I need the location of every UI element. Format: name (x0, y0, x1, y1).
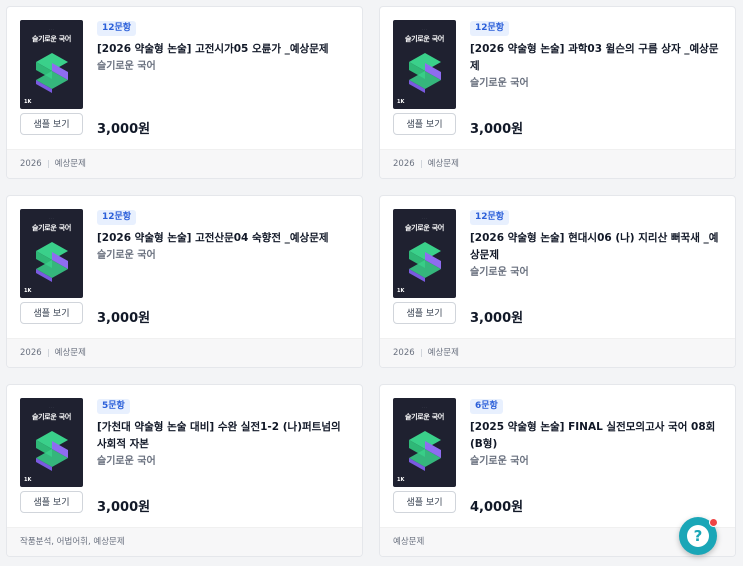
cover-title: 슬기로운 국어 (405, 224, 444, 232)
product-card[interactable]: · · · 슬기로운 국어 1K 샘플 보기 12문항 [2026 약술형 논술… (379, 195, 736, 368)
author-name: 슬기로운 국어 (470, 78, 529, 89)
question-count-badge: 12문항 (97, 21, 137, 36)
product-card[interactable]: · · · 슬기로운 국어 1K 샘플 보기 12문항 [2026 약술형 논술… (379, 6, 736, 179)
tag: 예상문제 (54, 159, 86, 169)
publisher-mark: 1K (24, 477, 32, 483)
product-title-text[interactable]: [2026 약술형 논술] 고전시가05 오륜가 _예상문제 (97, 41, 352, 58)
price: 3,000원 (470, 311, 524, 326)
question-count-badge: 6문항 (470, 399, 503, 414)
tag-list: 작품분석, 어법어휘, 예상문제 (7, 527, 362, 556)
tag: 2026 (393, 159, 415, 169)
product-title-text[interactable]: [2025 약술형 논술] FINAL 실전모의고사 국어 08회 (B형) (470, 419, 725, 453)
cover-subtitle: · · · (422, 405, 427, 409)
publisher-mark: 1K (397, 99, 405, 105)
product-title[interactable]: [2026 약술형 논술] 고전산문04 숙향전 _예상문제 슬기로운 국어 (97, 230, 352, 264)
cover-subtitle: · · · (49, 405, 54, 409)
book-cover[interactable]: · · · 슬기로운 국어 1K (393, 209, 456, 298)
cover-title: 슬기로운 국어 (32, 35, 71, 43)
product-title-text[interactable]: [2026 약술형 논술] 과학03 윌슨의 구름 상자 _예상문제 (470, 41, 725, 75)
question-count-badge: 12문항 (470, 210, 510, 225)
author-name: 슬기로운 국어 (97, 456, 156, 467)
cover-subtitle: · · · (49, 27, 54, 31)
sample-view-button[interactable]: 샘플 보기 (20, 491, 83, 513)
sample-view-button[interactable]: 샘플 보기 (393, 302, 456, 324)
tag: 2026 (20, 159, 42, 169)
cover-title: 슬기로운 국어 (405, 35, 444, 43)
price: 4,000원 (470, 500, 524, 515)
price: 3,000원 (97, 311, 151, 326)
question-count-badge: 12문항 (97, 210, 137, 225)
publisher-mark: 1K (24, 99, 32, 105)
cover-title: 슬기로운 국어 (32, 413, 71, 421)
book-cover[interactable]: · · · 슬기로운 국어 1K (20, 398, 83, 487)
book-cover[interactable]: · · · 슬기로운 국어 1K (20, 20, 83, 109)
sample-view-button[interactable]: 샘플 보기 (20, 302, 83, 324)
tag-separator (420, 348, 422, 357)
product-card[interactable]: · · · 슬기로운 국어 1K 샘플 보기 5문항 [가천대 약술형 논술 대… (6, 384, 363, 557)
price: 3,000원 (97, 122, 151, 137)
publisher-mark: 1K (24, 288, 32, 294)
brand-logo-icon (36, 431, 68, 471)
product-card[interactable]: · · · 슬기로운 국어 1K 샘플 보기 12문항 [2026 약술형 논술… (6, 6, 363, 179)
tag: 2026 (20, 348, 42, 358)
tag-list: 2026 예상문제 (7, 338, 362, 367)
cover-title: 슬기로운 국어 (405, 413, 444, 421)
cover-subtitle: · · · (422, 216, 427, 220)
help-icon: ? (687, 525, 709, 547)
brand-logo-icon (409, 431, 441, 471)
tag-separator (420, 159, 422, 168)
question-count-badge: 5문항 (97, 399, 130, 414)
brand-logo-icon (409, 242, 441, 282)
product-title[interactable]: [2025 약술형 논술] FINAL 실전모의고사 국어 08회 (B형) 슬… (470, 419, 725, 470)
publisher-mark: 1K (397, 288, 405, 294)
cover-subtitle: · · · (49, 216, 54, 220)
sample-view-button[interactable]: 샘플 보기 (393, 491, 456, 513)
product-title[interactable]: [2026 약술형 논술] 고전시가05 오륜가 _예상문제 슬기로운 국어 (97, 41, 352, 75)
product-title[interactable]: [가천대 약술형 논술 대비] 수완 실전1-2 (나)퍼트넘의 사회적 자본 … (97, 419, 352, 470)
book-cover[interactable]: · · · 슬기로운 국어 1K (20, 209, 83, 298)
product-title-text[interactable]: [가천대 약술형 논술 대비] 수완 실전1-2 (나)퍼트넘의 사회적 자본 (97, 419, 352, 453)
cover-title: 슬기로운 국어 (32, 224, 71, 232)
tag: 예상문제 (54, 348, 86, 358)
tag: 작품분석, 어법어휘, 예상문제 (20, 537, 125, 547)
book-cover[interactable]: · · · 슬기로운 국어 1K (393, 398, 456, 487)
product-title-text[interactable]: [2026 약술형 논술] 현대시06 (나) 지리산 뻐꾹새 _예상문제 (470, 230, 725, 264)
brand-logo-icon (36, 53, 68, 93)
cover-subtitle: · · · (422, 27, 427, 31)
author-name: 슬기로운 국어 (97, 61, 156, 72)
tag: 예상문제 (427, 348, 459, 358)
publisher-mark: 1K (397, 477, 405, 483)
author-name: 슬기로운 국어 (470, 267, 529, 278)
notification-dot (709, 518, 718, 527)
author-name: 슬기로운 국어 (470, 456, 529, 467)
tag: 예상문제 (427, 159, 459, 169)
product-card[interactable]: · · · 슬기로운 국어 1K 샘플 보기 12문항 [2026 약술형 논술… (6, 195, 363, 368)
author-name: 슬기로운 국어 (97, 250, 156, 261)
price: 3,000원 (97, 500, 151, 515)
tag-separator (47, 159, 49, 168)
help-chat-button[interactable]: ? (679, 517, 718, 555)
tag-separator (47, 348, 49, 357)
product-title[interactable]: [2026 약술형 논술] 과학03 윌슨의 구름 상자 _예상문제 슬기로운 … (470, 41, 725, 92)
sample-view-button[interactable]: 샘플 보기 (20, 113, 83, 135)
question-count-badge: 12문항 (470, 21, 510, 36)
tag: 예상문제 (393, 537, 425, 547)
book-cover[interactable]: · · · 슬기로운 국어 1K (393, 20, 456, 109)
tag: 2026 (393, 348, 415, 358)
brand-logo-icon (36, 242, 68, 282)
tag-list: 2026 예상문제 (380, 149, 735, 178)
price: 3,000원 (470, 122, 524, 137)
product-title-text[interactable]: [2026 약술형 논술] 고전산문04 숙향전 _예상문제 (97, 230, 352, 247)
brand-logo-icon (409, 53, 441, 93)
sample-view-button[interactable]: 샘플 보기 (393, 113, 456, 135)
product-title[interactable]: [2026 약술형 논술] 현대시06 (나) 지리산 뻐꾹새 _예상문제 슬기… (470, 230, 725, 281)
tag-list: 2026 예상문제 (7, 149, 362, 178)
tag-list: 2026 예상문제 (380, 338, 735, 367)
